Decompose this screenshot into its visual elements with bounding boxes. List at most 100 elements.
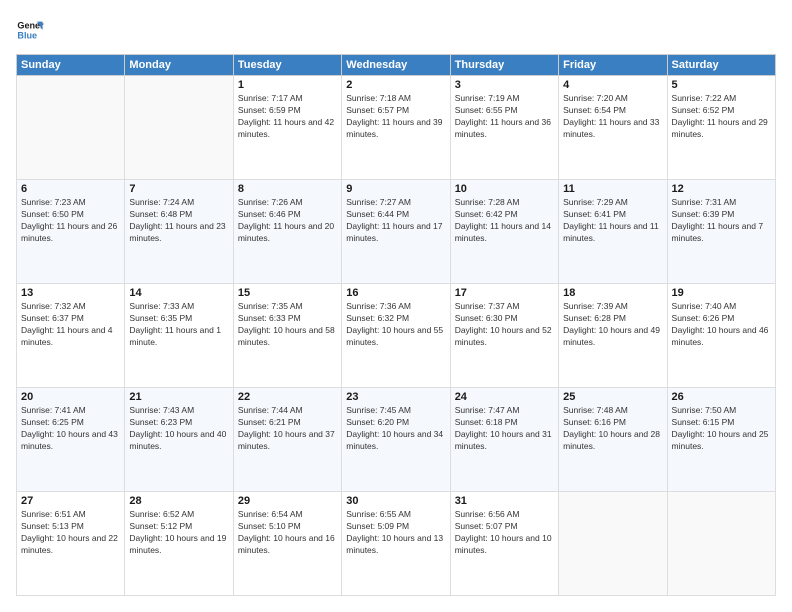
calendar-week-4: 20Sunrise: 7:41 AM Sunset: 6:25 PM Dayli… xyxy=(17,388,776,492)
calendar-cell xyxy=(125,76,233,180)
svg-text:Blue: Blue xyxy=(17,30,37,40)
calendar-cell: 23 Sunrise: 7:45 AM Sunset: 6:20 PM Dayli… xyxy=(342,388,450,492)
day-number: 15 xyxy=(238,287,337,299)
day-header-wednesday: Wednesday xyxy=(342,55,450,76)
calendar-cell xyxy=(559,492,667,596)
day-info: Sunrise: 7:45 AM Sunset: 6:20 PM Dayligh… xyxy=(346,405,445,453)
day-header-thursday: Thursday xyxy=(450,55,558,76)
day-info: Sunrise: 6:51 AM Sunset: 5:13 PM Dayligh… xyxy=(21,509,120,557)
day-info: Sunrise: 7:28 AM Sunset: 6:42 PM Dayligh… xyxy=(455,197,554,245)
day-number: 10 xyxy=(455,183,554,195)
day-header-friday: Friday xyxy=(559,55,667,76)
calendar-cell: 24Sunrise: 7:47 AM Sunset: 6:18 PM Dayli… xyxy=(450,388,558,492)
day-number: 30 xyxy=(346,495,445,507)
day-number: 11 xyxy=(563,183,662,195)
day-header-saturday: Saturday xyxy=(667,55,775,76)
calendar-cell: 20Sunrise: 7:41 AM Sunset: 6:25 PM Dayli… xyxy=(17,388,125,492)
day-number: 25 xyxy=(563,391,662,403)
day-info: Sunrise: 7:43 AM Sunset: 6:23 PM Dayligh… xyxy=(129,405,228,453)
calendar-cell: 18 Sunrise: 7:39 AM Sunset: 6:28 PM Dayli… xyxy=(559,284,667,388)
day-info: Sunrise: 7:33 AM Sunset: 6:35 PM Dayligh… xyxy=(129,301,228,349)
day-info: Sunrise: 7:35 AM Sunset: 6:33 PM Dayligh… xyxy=(238,301,337,349)
day-number: 28 xyxy=(129,495,228,507)
calendar-cell: 12Sunrise: 7:31 AM Sunset: 6:39 PM Dayli… xyxy=(667,180,775,284)
day-info: Sunrise: 7:26 AM Sunset: 6:46 PM Dayligh… xyxy=(238,197,337,245)
calendar-cell: 8 Sunrise: 7:26 AM Sunset: 6:46 PM Daylig… xyxy=(233,180,341,284)
day-number: 8 xyxy=(238,183,337,195)
day-number: 5 xyxy=(672,79,771,91)
calendar-cell: 5Sunrise: 7:22 AM Sunset: 6:52 PM Daylig… xyxy=(667,76,775,180)
day-info: Sunrise: 7:50 AM Sunset: 6:15 PM Dayligh… xyxy=(672,405,771,453)
day-number: 16 xyxy=(346,287,445,299)
header: General Blue xyxy=(16,16,776,44)
day-info: Sunrise: 6:55 AM Sunset: 5:09 PM Dayligh… xyxy=(346,509,445,557)
calendar-cell: 29 Sunrise: 6:54 AM Sunset: 5:10 PM Dayli… xyxy=(233,492,341,596)
page: General Blue SundayMondayTuesdayWednesda… xyxy=(0,0,792,612)
day-number: 29 xyxy=(238,495,337,507)
day-info: Sunrise: 7:32 AM Sunset: 6:37 PM Dayligh… xyxy=(21,301,120,349)
day-number: 6 xyxy=(21,183,120,195)
calendar-cell xyxy=(17,76,125,180)
calendar-table: SundayMondayTuesdayWednesdayThursdayFrid… xyxy=(16,54,776,596)
day-number: 19 xyxy=(672,287,771,299)
day-header-monday: Monday xyxy=(125,55,233,76)
day-number: 2 xyxy=(346,79,445,91)
day-info: Sunrise: 7:27 AM Sunset: 6:44 PM Dayligh… xyxy=(346,197,445,245)
calendar-cell: 22 Sunrise: 7:44 AM Sunset: 6:21 PM Dayli… xyxy=(233,388,341,492)
calendar-cell: 14Sunrise: 7:33 AM Sunset: 6:35 PM Dayli… xyxy=(125,284,233,388)
day-number: 23 xyxy=(346,391,445,403)
calendar-cell: 27 Sunrise: 6:51 AM Sunset: 5:13 PM Dayli… xyxy=(17,492,125,596)
day-number: 7 xyxy=(129,183,228,195)
day-number: 27 xyxy=(21,495,120,507)
calendar-week-3: 13 Sunrise: 7:32 AM Sunset: 6:37 PM Dayli… xyxy=(17,284,776,388)
day-info: Sunrise: 7:48 AM Sunset: 6:16 PM Dayligh… xyxy=(563,405,662,453)
day-number: 4 xyxy=(563,79,662,91)
day-info: Sunrise: 7:20 AM Sunset: 6:54 PM Dayligh… xyxy=(563,93,662,141)
day-number: 17 xyxy=(455,287,554,299)
calendar-cell: 26 Sunrise: 7:50 AM Sunset: 6:15 PM Dayli… xyxy=(667,388,775,492)
calendar-header-row: SundayMondayTuesdayWednesdayThursdayFrid… xyxy=(17,55,776,76)
day-number: 26 xyxy=(672,391,771,403)
day-info: Sunrise: 7:19 AM Sunset: 6:55 PM Dayligh… xyxy=(455,93,554,141)
calendar-cell: 11 Sunrise: 7:29 AM Sunset: 6:41 PM Dayli… xyxy=(559,180,667,284)
logo-icon: General Blue xyxy=(16,16,44,44)
day-number: 18 xyxy=(563,287,662,299)
calendar-week-1: 1Sunrise: 7:17 AM Sunset: 6:59 PM Daylig… xyxy=(17,76,776,180)
day-info: Sunrise: 6:56 AM Sunset: 5:07 PM Dayligh… xyxy=(455,509,554,557)
calendar-cell: 25 Sunrise: 7:48 AM Sunset: 6:16 PM Dayli… xyxy=(559,388,667,492)
day-info: Sunrise: 6:52 AM Sunset: 5:12 PM Dayligh… xyxy=(129,509,228,557)
day-info: Sunrise: 7:29 AM Sunset: 6:41 PM Dayligh… xyxy=(563,197,662,245)
calendar-cell: 9 Sunrise: 7:27 AM Sunset: 6:44 PM Daylig… xyxy=(342,180,450,284)
day-info: Sunrise: 7:41 AM Sunset: 6:25 PM Dayligh… xyxy=(21,405,120,453)
calendar-cell: 6Sunrise: 7:23 AM Sunset: 6:50 PM Daylig… xyxy=(17,180,125,284)
day-info: Sunrise: 7:44 AM Sunset: 6:21 PM Dayligh… xyxy=(238,405,337,453)
calendar-cell: 28 Sunrise: 6:52 AM Sunset: 5:12 PM Dayli… xyxy=(125,492,233,596)
day-info: Sunrise: 7:40 AM Sunset: 6:26 PM Dayligh… xyxy=(672,301,771,349)
day-info: Sunrise: 7:37 AM Sunset: 6:30 PM Dayligh… xyxy=(455,301,554,349)
calendar-cell: 15 Sunrise: 7:35 AM Sunset: 6:33 PM Dayli… xyxy=(233,284,341,388)
calendar-cell: 17 Sunrise: 7:37 AM Sunset: 6:30 PM Dayli… xyxy=(450,284,558,388)
calendar-cell: 2 Sunrise: 7:18 AM Sunset: 6:57 PM Daylig… xyxy=(342,76,450,180)
day-info: Sunrise: 7:31 AM Sunset: 6:39 PM Dayligh… xyxy=(672,197,771,245)
calendar-cell: 13 Sunrise: 7:32 AM Sunset: 6:37 PM Dayli… xyxy=(17,284,125,388)
day-number: 13 xyxy=(21,287,120,299)
calendar-cell: 1Sunrise: 7:17 AM Sunset: 6:59 PM Daylig… xyxy=(233,76,341,180)
day-info: Sunrise: 7:18 AM Sunset: 6:57 PM Dayligh… xyxy=(346,93,445,141)
day-info: Sunrise: 6:54 AM Sunset: 5:10 PM Dayligh… xyxy=(238,509,337,557)
calendar-cell: 4 Sunrise: 7:20 AM Sunset: 6:54 PM Daylig… xyxy=(559,76,667,180)
day-number: 22 xyxy=(238,391,337,403)
calendar-cell: 7 Sunrise: 7:24 AM Sunset: 6:48 PM Daylig… xyxy=(125,180,233,284)
day-header-sunday: Sunday xyxy=(17,55,125,76)
day-header-tuesday: Tuesday xyxy=(233,55,341,76)
day-info: Sunrise: 7:39 AM Sunset: 6:28 PM Dayligh… xyxy=(563,301,662,349)
day-number: 9 xyxy=(346,183,445,195)
calendar-cell: 21 Sunrise: 7:43 AM Sunset: 6:23 PM Dayli… xyxy=(125,388,233,492)
calendar-cell: 16 Sunrise: 7:36 AM Sunset: 6:32 PM Dayli… xyxy=(342,284,450,388)
day-number: 1 xyxy=(238,79,337,91)
logo: General Blue xyxy=(16,16,44,44)
day-info: Sunrise: 7:24 AM Sunset: 6:48 PM Dayligh… xyxy=(129,197,228,245)
day-number: 21 xyxy=(129,391,228,403)
calendar-week-5: 27 Sunrise: 6:51 AM Sunset: 5:13 PM Dayli… xyxy=(17,492,776,596)
calendar-cell: 3Sunrise: 7:19 AM Sunset: 6:55 PM Daylig… xyxy=(450,76,558,180)
day-info: Sunrise: 7:36 AM Sunset: 6:32 PM Dayligh… xyxy=(346,301,445,349)
